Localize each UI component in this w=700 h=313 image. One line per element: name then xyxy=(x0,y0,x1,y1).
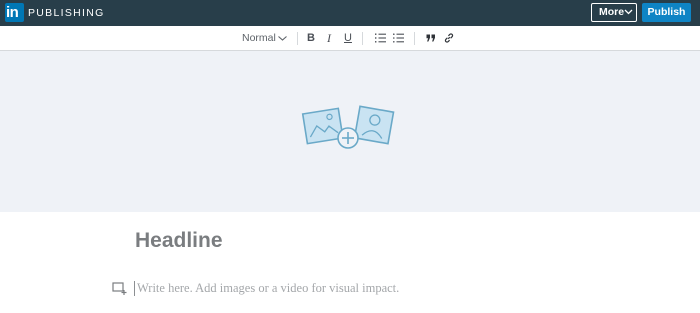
chevron-down-icon xyxy=(624,9,633,15)
cover-image-area[interactable] xyxy=(0,51,700,212)
article-body-input[interactable]: Write here. Add images or a video for vi… xyxy=(137,281,399,296)
formatting-toolbar: Normal B I U xyxy=(0,26,700,51)
italic-button[interactable]: I xyxy=(327,26,331,50)
chevron-down-icon xyxy=(278,36,287,41)
linkedin-logo[interactable]: in xyxy=(5,3,24,22)
top-bar: in PUBLISHING More Publish xyxy=(0,0,700,26)
add-media-icon[interactable] xyxy=(112,282,127,295)
publish-button[interactable]: Publish xyxy=(642,3,691,22)
quote-icon[interactable] xyxy=(426,34,436,42)
toolbar-divider xyxy=(414,32,415,45)
headline-input[interactable]: Headline xyxy=(135,229,223,253)
logo-text: in xyxy=(6,4,19,21)
toolbar-divider xyxy=(362,32,363,45)
underline-button[interactable]: U xyxy=(344,26,352,50)
text-style-select[interactable]: Normal xyxy=(242,26,287,50)
text-cursor xyxy=(134,281,135,296)
add-cover-image-icon[interactable] xyxy=(300,103,396,155)
app-title: PUBLISHING xyxy=(28,7,105,19)
link-icon[interactable] xyxy=(444,33,454,43)
more-button[interactable]: More xyxy=(591,3,637,22)
numbered-list-icon[interactable] xyxy=(375,33,386,43)
toolbar-divider xyxy=(297,32,298,45)
text-style-value: Normal xyxy=(242,32,276,44)
bold-button[interactable]: B xyxy=(307,26,315,50)
bulleted-list-icon[interactable] xyxy=(393,33,404,43)
more-label: More xyxy=(599,6,625,18)
